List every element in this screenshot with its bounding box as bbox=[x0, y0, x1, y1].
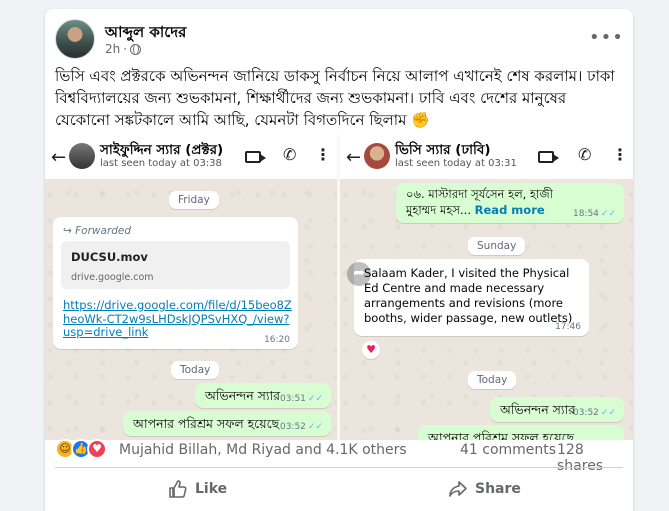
post-meta: 2h · bbox=[105, 42, 142, 56]
menu-dots-icon: ⋮ bbox=[612, 145, 628, 164]
last-seen: last seen today at 03:38 bbox=[100, 158, 222, 169]
author-avatar[interactable] bbox=[55, 19, 95, 59]
message-text: অভিনন্দন স্যার bbox=[205, 388, 281, 403]
time-value: 03:51 bbox=[279, 394, 306, 404]
forward-icon: ➦ bbox=[347, 262, 371, 286]
share-label: Share bbox=[475, 481, 521, 497]
message-time: 16:20 bbox=[264, 335, 290, 345]
message-text: ০৬. মাস্টারদা সূর্যসেন হল, হাজী মুহাম্মদ… bbox=[406, 186, 576, 218]
last-seen: last seen today at 03:31 bbox=[395, 158, 517, 169]
thumbs-up-icon bbox=[169, 480, 187, 498]
contact-avatar bbox=[69, 143, 95, 169]
post-image[interactable]: ← সাইফুদ্দিন স্যার (প্রক্টর) last seen t… bbox=[45, 135, 633, 440]
file-domain: drive.google.com bbox=[71, 272, 154, 283]
comments-count[interactable]: 41 comments bbox=[460, 442, 556, 458]
message-text: অভিনন্দন স্যার bbox=[500, 402, 576, 417]
time-value: 03:52 bbox=[279, 422, 306, 432]
phone-icon: ✆ bbox=[578, 145, 592, 164]
forwarded-message: ↪ Forwarded DUCSU.mov drive.google.com h… bbox=[53, 217, 298, 349]
reaction-icons[interactable]: ☺ 👍 ♥ bbox=[55, 439, 107, 459]
read-ticks-icon: ✓✓ bbox=[600, 408, 616, 418]
forwarded-text: Forwarded bbox=[75, 225, 132, 237]
chat-header: ← সাইফুদ্দিন স্যার (প্রক্টর) last seen t… bbox=[45, 135, 337, 179]
back-arrow-icon: ← bbox=[346, 147, 362, 168]
outgoing-message: আপনার পরিশ্রম সফল হয়েছে 03:52 ✓✓ bbox=[123, 411, 331, 436]
video-call-icon bbox=[538, 145, 559, 164]
share-arrow-icon bbox=[449, 481, 467, 497]
message-time: 17:46 bbox=[555, 322, 581, 332]
whatsapp-chat-proctor: ← সাইফুদ্দিন স্যার (প্রক্টর) last seen t… bbox=[45, 135, 337, 440]
post-time[interactable]: 2h bbox=[105, 42, 120, 56]
message-time: 18:54 ✓✓ bbox=[573, 209, 616, 219]
shares-count[interactable]: 128 shares bbox=[557, 442, 623, 474]
message-time: 03:52 ✓✓ bbox=[573, 408, 616, 418]
video-call-icon bbox=[245, 145, 266, 164]
facebook-post-card: আব্দুল কাদের 2h · ••• ভিসি এবং প্রক্টরকে… bbox=[45, 9, 633, 511]
post-header: আব্দুল কাদের 2h · ••• bbox=[55, 19, 623, 63]
post-text: ভিসি এবং প্রক্টরকে অভিনন্দন জানিয়ে ডাকস… bbox=[55, 67, 615, 129]
message-time: 03:51 ✓✓ bbox=[280, 394, 323, 404]
share-button[interactable]: Share bbox=[448, 472, 521, 506]
time-value: 03:52 bbox=[572, 408, 599, 418]
love-reaction-icon: ♥ bbox=[87, 439, 107, 459]
whatsapp-chat-vc: ← ভিসি স্যার (ঢাবি) last seen today at 0… bbox=[340, 135, 633, 440]
outgoing-message: ০৬. মাস্টারদা সূর্যসেন হল, হাজী মুহাম্মদ… bbox=[396, 183, 624, 223]
drive-link: https://drive.google.com/file/d/15beo8Zh… bbox=[63, 298, 292, 339]
menu-dots-icon: ⋮ bbox=[315, 145, 331, 164]
globe-icon[interactable] bbox=[130, 43, 142, 55]
time-value: 18:54 bbox=[572, 209, 599, 219]
message-time: 03:52 ✓✓ bbox=[280, 422, 323, 432]
date-pill: Today bbox=[171, 361, 220, 379]
back-arrow-icon: ← bbox=[51, 147, 67, 168]
date-pill: Friday bbox=[169, 191, 219, 209]
incoming-message: Salaam Kader, I visited the Physical Ed … bbox=[354, 259, 589, 336]
contact-avatar bbox=[364, 143, 390, 169]
reactors-summary[interactable]: Mujahid Billah, Md Riyad and 4.1K others bbox=[119, 442, 407, 458]
chat-header: ← ভিসি স্যার (ঢাবি) last seen today at 0… bbox=[340, 135, 633, 179]
read-ticks-icon: ✓✓ bbox=[307, 422, 323, 432]
more-options-button[interactable]: ••• bbox=[589, 27, 623, 55]
read-ticks-icon: ✓✓ bbox=[307, 394, 323, 404]
date-pill: Sunday bbox=[468, 237, 526, 255]
outgoing-message: অভিনন্দন স্যার 03:51 ✓✓ bbox=[195, 383, 331, 408]
outgoing-message: অভিনন্দন স্যার 03:52 ✓✓ bbox=[490, 397, 624, 422]
read-more-link: Read more bbox=[474, 203, 545, 217]
heart-reaction-icon: ♥ bbox=[362, 341, 380, 359]
divider bbox=[55, 467, 623, 468]
like-label: Like bbox=[195, 481, 228, 497]
meta-separator: · bbox=[123, 42, 128, 56]
phone-icon: ✆ bbox=[283, 145, 297, 164]
like-button[interactable]: Like bbox=[168, 472, 227, 506]
file-preview: DUCSU.mov drive.google.com bbox=[61, 241, 290, 289]
message-text: আপনার পরিশ্রম সফল হয়েছে bbox=[133, 416, 280, 431]
file-name: DUCSU.mov bbox=[71, 250, 148, 264]
post-stats: ☺ 👍 ♥ Mujahid Billah, Md Riyad and 4.1K … bbox=[55, 435, 623, 474]
forwarded-label: ↪ Forwarded bbox=[63, 225, 132, 237]
read-ticks-icon: ✓✓ bbox=[600, 209, 616, 219]
message-text: Salaam Kader, I visited the Physical Ed … bbox=[364, 266, 573, 325]
date-pill: Today bbox=[468, 371, 517, 389]
